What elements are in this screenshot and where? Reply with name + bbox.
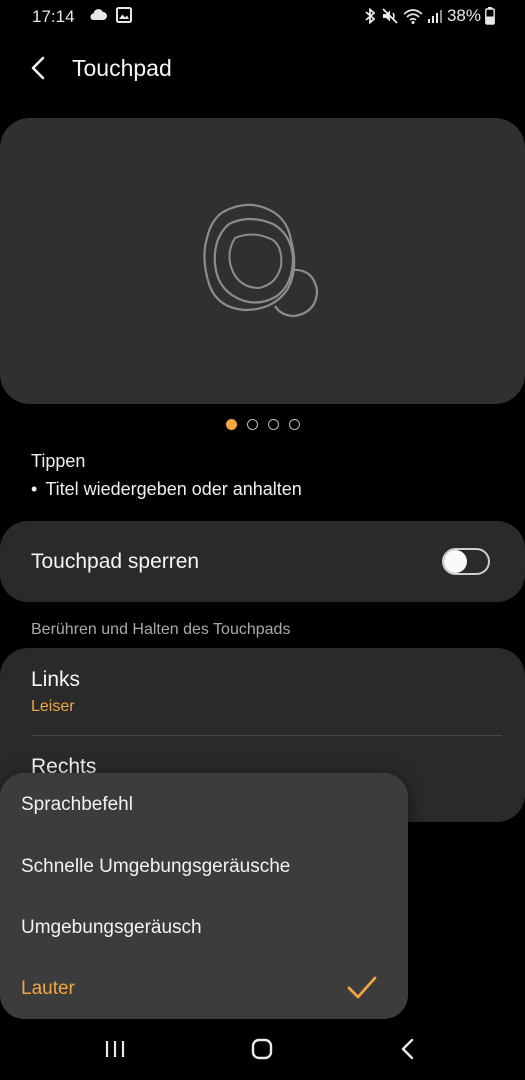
- page-indicator[interactable]: [226, 419, 300, 430]
- page-dot-active[interactable]: [226, 419, 237, 430]
- left-value: Leiser: [31, 698, 75, 715]
- page-dot[interactable]: [289, 419, 300, 430]
- battery-percent: 38%: [446, 6, 481, 25]
- menu-item-umgebungsgeraeusch[interactable]: Umgebungsgeräusch: [21, 917, 202, 939]
- touch-hold-left-item[interactable]: Links Leiser: [31, 668, 80, 716]
- lock-touchpad-row[interactable]: Touchpad sperren: [0, 521, 525, 602]
- home-icon[interactable]: [242, 1034, 282, 1064]
- bluetooth-icon: [365, 7, 376, 25]
- tap-description-text: Titel wiedergeben oder anhalten: [45, 479, 302, 499]
- tap-description: • Titel wiedergeben oder anhalten: [31, 479, 302, 500]
- lock-touchpad-label: Touchpad sperren: [31, 550, 200, 573]
- checkmark-icon: [347, 976, 377, 999]
- tap-title: Tippen: [31, 451, 86, 471]
- menu-item-schnelle-umgebungsgeraeusche[interactable]: Schnelle Umgebungsgeräusche: [21, 856, 290, 878]
- page-title: Touchpad: [72, 55, 172, 81]
- navigation-bar: [0, 1026, 525, 1080]
- page-dot[interactable]: [268, 419, 279, 430]
- bullet-icon: •: [31, 479, 38, 499]
- mute-icon: [382, 8, 398, 24]
- menu-item-sprachbefehl[interactable]: Sprachbefehl: [21, 794, 133, 816]
- left-label: Links: [31, 668, 81, 691]
- divider: [31, 735, 502, 736]
- lock-touchpad-toggle[interactable]: [442, 548, 490, 575]
- menu-item-lauter[interactable]: Lauter: [21, 978, 75, 1000]
- recents-icon[interactable]: [96, 1034, 136, 1064]
- image-icon: [116, 7, 132, 23]
- touchpad-illustration[interactable]: [0, 118, 525, 404]
- option-popup-menu: Sprachbefehl Schnelle Umgebungsgeräusche…: [0, 773, 408, 1019]
- wifi-icon: [403, 9, 423, 24]
- section-title: Berühren und Halten des Touchpads: [31, 621, 291, 638]
- status-time: 17:14: [32, 7, 75, 26]
- status-bar: 17:14 38%: [0, 0, 525, 34]
- cloud-icon: [90, 9, 107, 20]
- earbud-icon: [203, 203, 319, 318]
- toggle-knob: [444, 550, 467, 573]
- back-arrow-icon[interactable]: [24, 53, 54, 83]
- app-header: Touchpad: [0, 45, 525, 91]
- page-dot[interactable]: [247, 419, 258, 430]
- signal-icon: [427, 10, 442, 23]
- battery-icon: [485, 7, 495, 25]
- back-icon[interactable]: [388, 1034, 428, 1064]
